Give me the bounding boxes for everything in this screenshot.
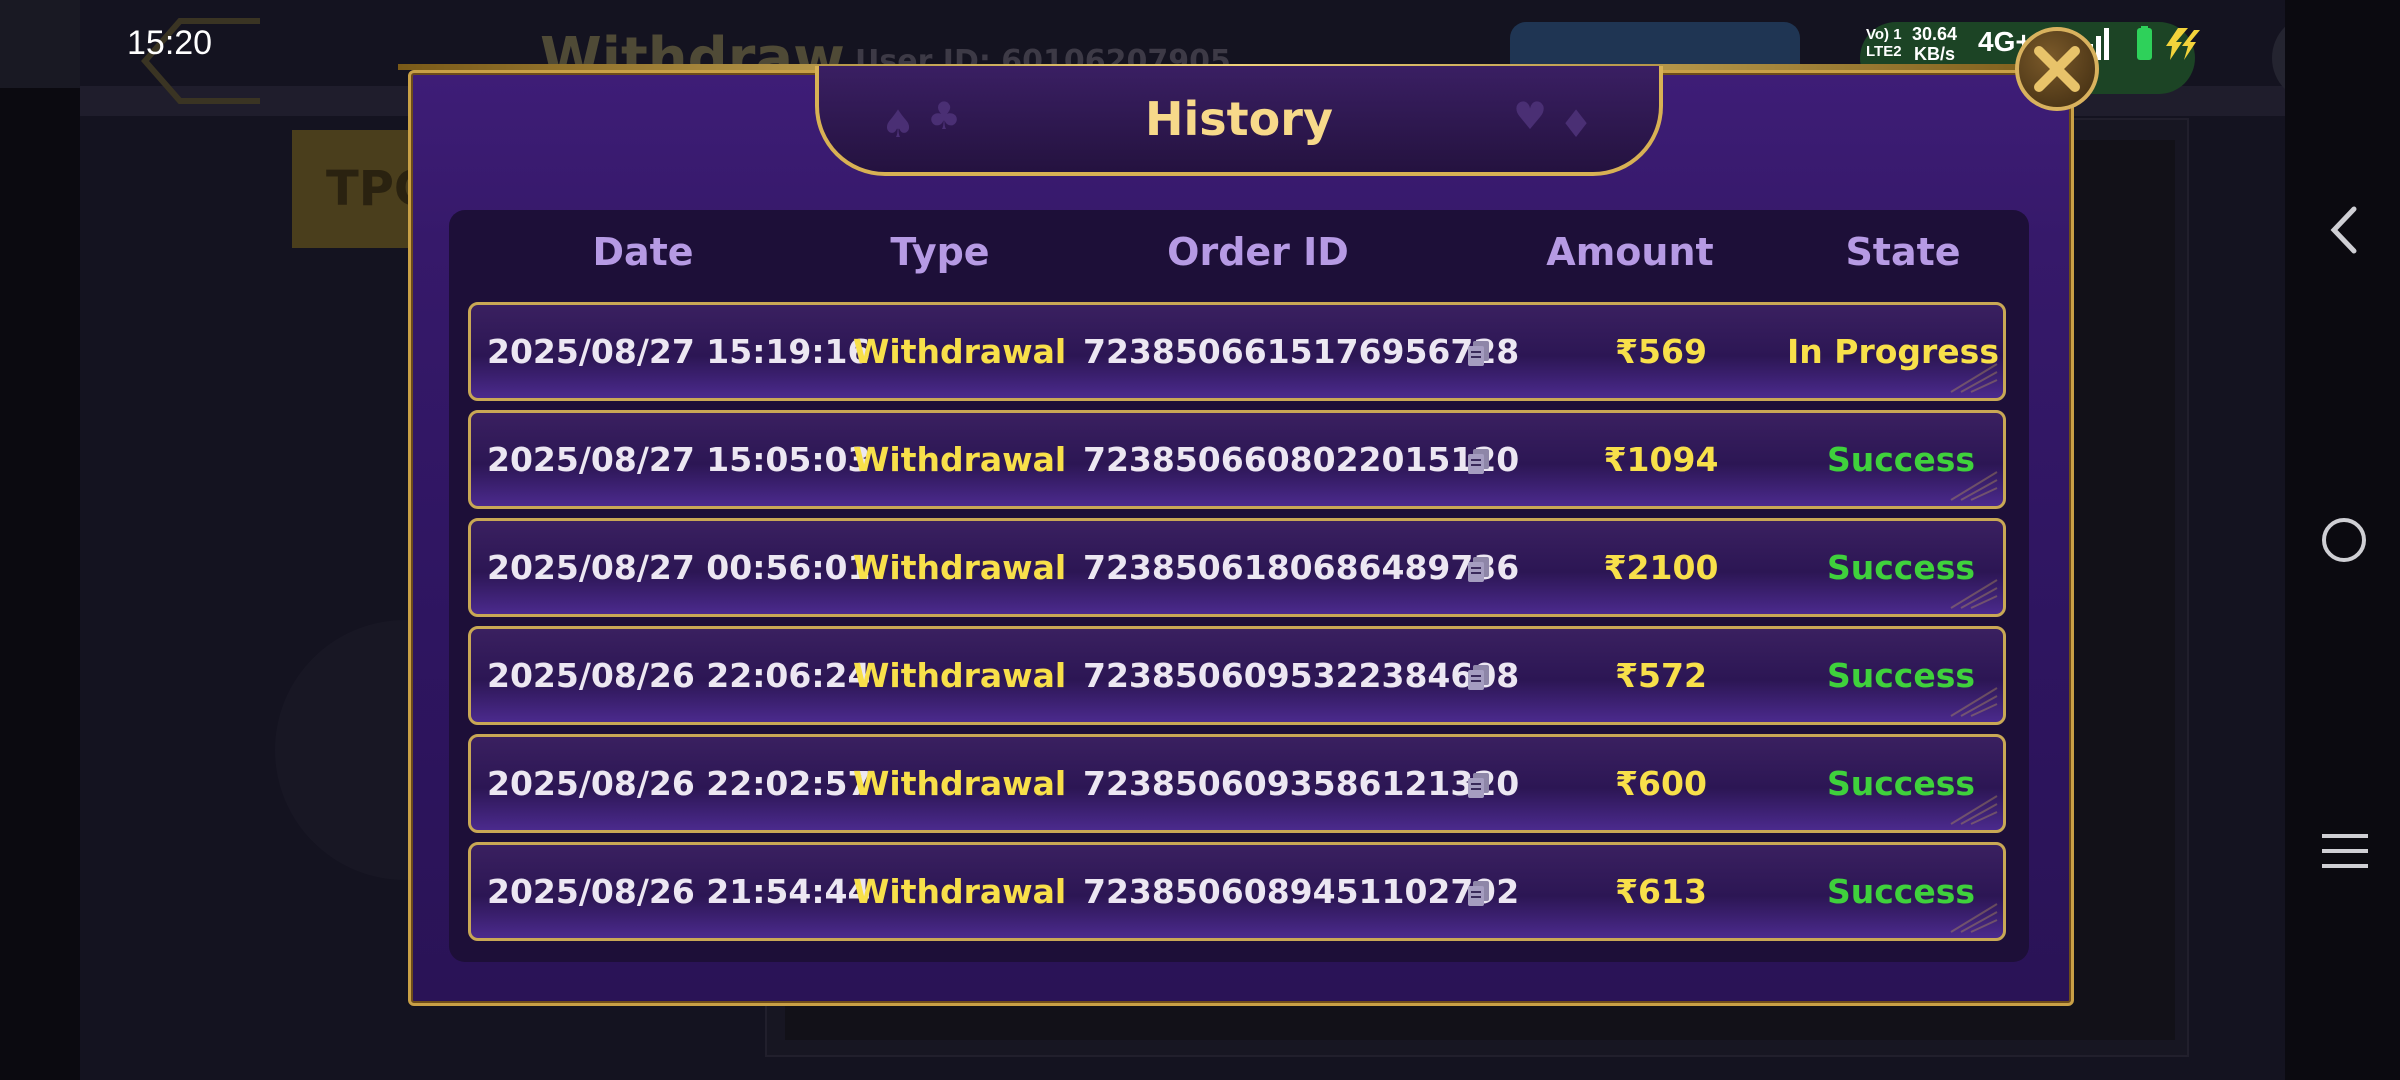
column-header-type: Type: [890, 230, 990, 274]
row-type: Withdrawal: [853, 872, 1067, 911]
row-decoration-icon: [1950, 687, 1998, 717]
row-order-id: 7238506095322384608: [1083, 656, 1520, 695]
row-decoration-icon: [1950, 471, 1998, 501]
row-date: 2025/08/27 15:19:16: [487, 332, 871, 371]
table-row: 2025/08/27 00:56:01 Withdrawal 723850618…: [468, 518, 2006, 617]
club-icon: ♣: [927, 94, 962, 138]
status-time: 15:20: [127, 24, 213, 62]
row-date: 2025/08/27 00:56:01: [487, 548, 871, 587]
diamond-icon: ♦: [1559, 102, 1594, 146]
status-volte: Vo) 1 LTE2: [1866, 26, 1902, 60]
row-date: 2025/08/27 15:05:03: [487, 440, 871, 479]
table-row: 2025/08/26 22:02:57 Withdrawal 723850609…: [468, 734, 2006, 833]
row-amount: ₹569: [1615, 332, 1707, 371]
copy-icon[interactable]: [1466, 879, 1492, 907]
row-amount: ₹600: [1615, 764, 1707, 803]
row-order-id: 7238506615176956728: [1083, 332, 1520, 371]
table-row: 2025/08/26 21:54:44 Withdrawal 723850608…: [468, 842, 2006, 941]
copy-icon[interactable]: [1466, 339, 1492, 367]
column-header-date: Date: [592, 230, 694, 274]
battery-icon: [2137, 26, 2152, 60]
close-button[interactable]: [2015, 27, 2099, 111]
column-header-amount: Amount: [1546, 230, 1714, 274]
row-type: Withdrawal: [853, 764, 1067, 803]
status-speed-unit: KB/s: [1914, 44, 1956, 64]
nav-back-icon[interactable]: [2310, 205, 2380, 255]
table-row: 2025/08/26 22:06:24 Withdrawal 723850609…: [468, 626, 2006, 725]
row-amount: ₹572: [1615, 656, 1707, 695]
row-type: Withdrawal: [853, 440, 1067, 479]
table-row: 2025/08/27 15:19:16 Withdrawal 723850661…: [468, 302, 2006, 401]
column-header-order-id: Order ID: [1167, 230, 1349, 274]
copy-icon[interactable]: [1466, 555, 1492, 583]
row-decoration-icon: [1950, 363, 1998, 393]
row-amount: ₹1094: [1603, 440, 1719, 479]
row-decoration-icon: [1950, 903, 1998, 933]
copy-icon[interactable]: [1466, 447, 1492, 475]
charging-bolt-icon: [2166, 28, 2200, 60]
row-date: 2025/08/26 22:06:24: [487, 656, 871, 695]
row-type: Withdrawal: [853, 656, 1067, 695]
row-date: 2025/08/26 21:54:44: [487, 872, 871, 911]
nav-home-icon[interactable]: [2310, 515, 2380, 565]
row-order-id: 7238506608022015120: [1083, 440, 1520, 479]
table-row: 2025/08/27 15:05:03 Withdrawal 723850660…: [468, 410, 2006, 509]
spade-icon: ♠: [881, 102, 916, 146]
row-order-id: 7238506089451102792: [1083, 872, 1520, 911]
row-order-id: 7238506180686489736: [1083, 548, 1520, 587]
copy-icon[interactable]: [1466, 663, 1492, 691]
status-speed: 30.64 KB/s: [1912, 24, 1957, 64]
heart-icon: ♥: [1513, 94, 1548, 138]
row-type: Withdrawal: [853, 332, 1067, 371]
close-icon[interactable]: [2019, 31, 2095, 107]
status-lte-label: LTE2: [1866, 43, 1902, 60]
row-date: 2025/08/26 22:02:57: [487, 764, 871, 803]
row-order-id: 7238506093586121320: [1083, 764, 1520, 803]
status-speed-value: 30.64: [1912, 24, 1958, 44]
row-decoration-icon: [1950, 579, 1998, 609]
row-amount: ₹613: [1615, 872, 1707, 911]
row-decoration-icon: [1950, 795, 1998, 825]
nav-menu-icon[interactable]: [2310, 826, 2380, 876]
copy-icon[interactable]: [1466, 771, 1492, 799]
row-type: Withdrawal: [853, 548, 1067, 587]
modal-header: History ♠ ♣ ♥ ♦: [815, 66, 1663, 176]
status-volte-label: Vo) 1: [1866, 26, 1902, 43]
column-header-state: State: [1845, 230, 1961, 274]
row-amount: ₹2100: [1603, 548, 1719, 587]
